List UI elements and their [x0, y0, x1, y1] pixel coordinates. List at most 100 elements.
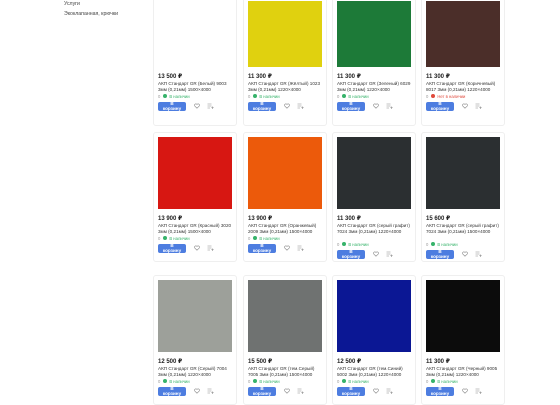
- add-to-cart-button[interactable]: В корзину: [337, 101, 365, 111]
- product-price: 13 900 ₽: [248, 216, 273, 222]
- compare-list-icon[interactable]: [475, 388, 482, 395]
- heart-icon[interactable]: [283, 103, 290, 110]
- product-price: 15 500 ₽: [248, 359, 273, 365]
- compare-list-icon[interactable]: [297, 245, 304, 252]
- product-title[interactable]: АКП Стандарт GR (Белый) 9003 3мм (0,21мм…: [158, 81, 234, 93]
- product-image[interactable]: [248, 280, 322, 352]
- product-card[interactable]: 11 300 ₽ АКП Стандарт GR (серый графит) …: [332, 132, 416, 262]
- compare-list-icon[interactable]: [297, 103, 304, 110]
- add-to-cart-button[interactable]: В корзину: [337, 249, 365, 259]
- compare-list-icon[interactable]: [386, 251, 393, 258]
- product-image[interactable]: [248, 137, 322, 209]
- product-price: 11 300 ₽: [426, 359, 450, 365]
- heart-icon[interactable]: [372, 251, 379, 258]
- stock-count: 0: [248, 235, 251, 241]
- sidebar-item-eco-valves[interactable]: Экоклапанная, крючки: [64, 10, 152, 20]
- compare-list-icon[interactable]: [475, 251, 482, 258]
- stock-status: 0 Нет в наличии: [426, 94, 465, 99]
- product-image[interactable]: [426, 137, 500, 209]
- heart-icon[interactable]: [283, 245, 290, 252]
- product-card[interactable]: 12 500 ₽ АКП Стандарт GR (тем.Синий) 500…: [332, 275, 416, 405]
- add-to-cart-button[interactable]: В корзину: [426, 101, 454, 111]
- stock-status: 0 В наличии: [248, 236, 280, 241]
- stock-count: 0: [158, 235, 161, 241]
- heart-icon[interactable]: [193, 245, 200, 252]
- compare-list-icon[interactable]: [207, 388, 214, 395]
- compare-list-icon[interactable]: [386, 388, 393, 395]
- stock-indicator-icon: [342, 379, 347, 384]
- compare-list-icon[interactable]: [207, 245, 214, 252]
- add-to-cart-button[interactable]: В корзину: [248, 101, 276, 111]
- stock-label: В наличии: [259, 93, 280, 99]
- add-to-cart-button[interactable]: В корзину: [248, 243, 276, 253]
- stock-indicator-icon: [163, 236, 168, 241]
- stock-status: 0 В наличии: [158, 379, 190, 384]
- heart-icon[interactable]: [372, 388, 379, 395]
- product-price: 13 500 ₽: [158, 74, 183, 80]
- stock-label: Нет в наличии: [437, 93, 466, 99]
- product-image[interactable]: [426, 280, 500, 352]
- product-title[interactable]: АКП Стандарт GR (Зеленый) 6029 3мм (0,21…: [337, 81, 413, 93]
- product-card[interactable]: 11 300 ₽ АКП Стандарт GR (Жёлтый) 1023 3…: [243, 0, 327, 126]
- product-card[interactable]: 11 300 ₽ АКП Стандарт GR (Зеленый) 6029 …: [332, 0, 416, 126]
- product-card[interactable]: 13 900 ₽ АКП Стандарт GR (Оранжевый) 200…: [243, 132, 327, 262]
- product-title[interactable]: АКП Стандарт GR (серый графит) 7024 3мм …: [337, 223, 413, 235]
- stock-count: 0: [337, 93, 340, 99]
- product-card[interactable]: 15 600 ₽ АКП Стандарт GR (серый графит) …: [421, 132, 505, 262]
- add-to-cart-button[interactable]: В корзину: [426, 249, 454, 259]
- product-title[interactable]: АКП Стандарт GR (Красный) 3020 3мм (0,21…: [158, 223, 234, 235]
- heart-icon[interactable]: [193, 388, 200, 395]
- product-card[interactable]: 11 300 ₽ АКП Стандарт GR (Черный) 9005 3…: [421, 275, 505, 405]
- product-title[interactable]: АКП Стандарт GR (тем.Серый) 7005 3мм (0,…: [248, 366, 324, 378]
- heart-icon[interactable]: [461, 388, 468, 395]
- product-price: 12 500 ₽: [158, 359, 183, 365]
- product-image[interactable]: [158, 280, 232, 352]
- compare-list-icon[interactable]: [386, 103, 393, 110]
- sidebar-item-services[interactable]: Услуги: [64, 0, 152, 10]
- add-to-cart-button[interactable]: В корзину: [158, 101, 186, 111]
- product-image[interactable]: [158, 1, 232, 67]
- product-card[interactable]: 15 500 ₽ АКП Стандарт GR (тем.Серый) 700…: [243, 275, 327, 405]
- compare-list-icon[interactable]: [207, 103, 214, 110]
- product-title[interactable]: АКП Стандарт GR (Жёлтый) 1023 3мм (0,21м…: [248, 81, 324, 93]
- add-to-cart-button[interactable]: В корзину: [426, 386, 454, 396]
- stock-status: 0 В наличии: [426, 379, 458, 384]
- product-card[interactable]: 12 500 ₽ АКП Стандарт GR (Серый) 7004 3м…: [153, 275, 237, 405]
- product-title[interactable]: АКП Стандарт GR (тем.Синий) 5002 3мм (0,…: [337, 366, 413, 378]
- add-to-cart-button[interactable]: В корзину: [158, 243, 186, 253]
- stock-indicator-icon: [431, 242, 436, 247]
- product-image[interactable]: [337, 1, 411, 67]
- heart-icon[interactable]: [461, 103, 468, 110]
- heart-icon[interactable]: [461, 251, 468, 258]
- product-card[interactable]: 11 300 ₽ АКП Стандарт GR (Коричневый) 80…: [421, 0, 505, 126]
- add-to-cart-button[interactable]: В корзину: [158, 386, 186, 396]
- product-image[interactable]: [337, 280, 411, 352]
- stock-label: В наличии: [169, 93, 190, 99]
- compare-list-icon[interactable]: [475, 103, 482, 110]
- compare-list-icon[interactable]: [297, 388, 304, 395]
- heart-icon[interactable]: [193, 103, 200, 110]
- product-card[interactable]: 13 500 ₽ АКП Стандарт GR (Белый) 9003 3м…: [153, 0, 237, 126]
- product-title[interactable]: АКП Стандарт GR (Коричневый) 8017 3мм (0…: [426, 81, 502, 93]
- add-to-cart-button[interactable]: В корзину: [248, 386, 276, 396]
- add-to-cart-button[interactable]: В корзину: [337, 386, 365, 396]
- product-price: 13 900 ₽: [158, 216, 183, 222]
- stock-label: В наличии: [348, 93, 369, 99]
- product-title[interactable]: АКП Стандарт GR (серый графит) 7024 3мм …: [426, 223, 502, 235]
- product-card[interactable]: 13 900 ₽ АКП Стандарт GR (Красный) 3020 …: [153, 132, 237, 262]
- heart-icon[interactable]: [283, 388, 290, 395]
- stock-label: В наличии: [169, 235, 190, 241]
- stock-indicator-icon: [431, 379, 436, 384]
- heart-icon[interactable]: [372, 103, 379, 110]
- stock-indicator-icon: [163, 94, 168, 99]
- sidebar: Услуги Экоклапанная, крючки: [64, 0, 152, 19]
- product-title[interactable]: АКП Стандарт GR (Черный) 9005 3мм (0,21м…: [426, 366, 502, 378]
- product-title[interactable]: АКП Стандарт GR (Серый) 7004 3мм (0,21мм…: [158, 366, 234, 378]
- product-title[interactable]: АКП Стандарт GR (Оранжевый) 2009 3мм (0,…: [248, 223, 324, 235]
- product-image[interactable]: [426, 1, 500, 67]
- product-image[interactable]: [158, 137, 232, 209]
- product-image[interactable]: [248, 1, 322, 67]
- product-image[interactable]: [337, 137, 411, 209]
- product-price: 11 300 ₽: [337, 216, 361, 222]
- product-price: 15 600 ₽: [426, 216, 451, 222]
